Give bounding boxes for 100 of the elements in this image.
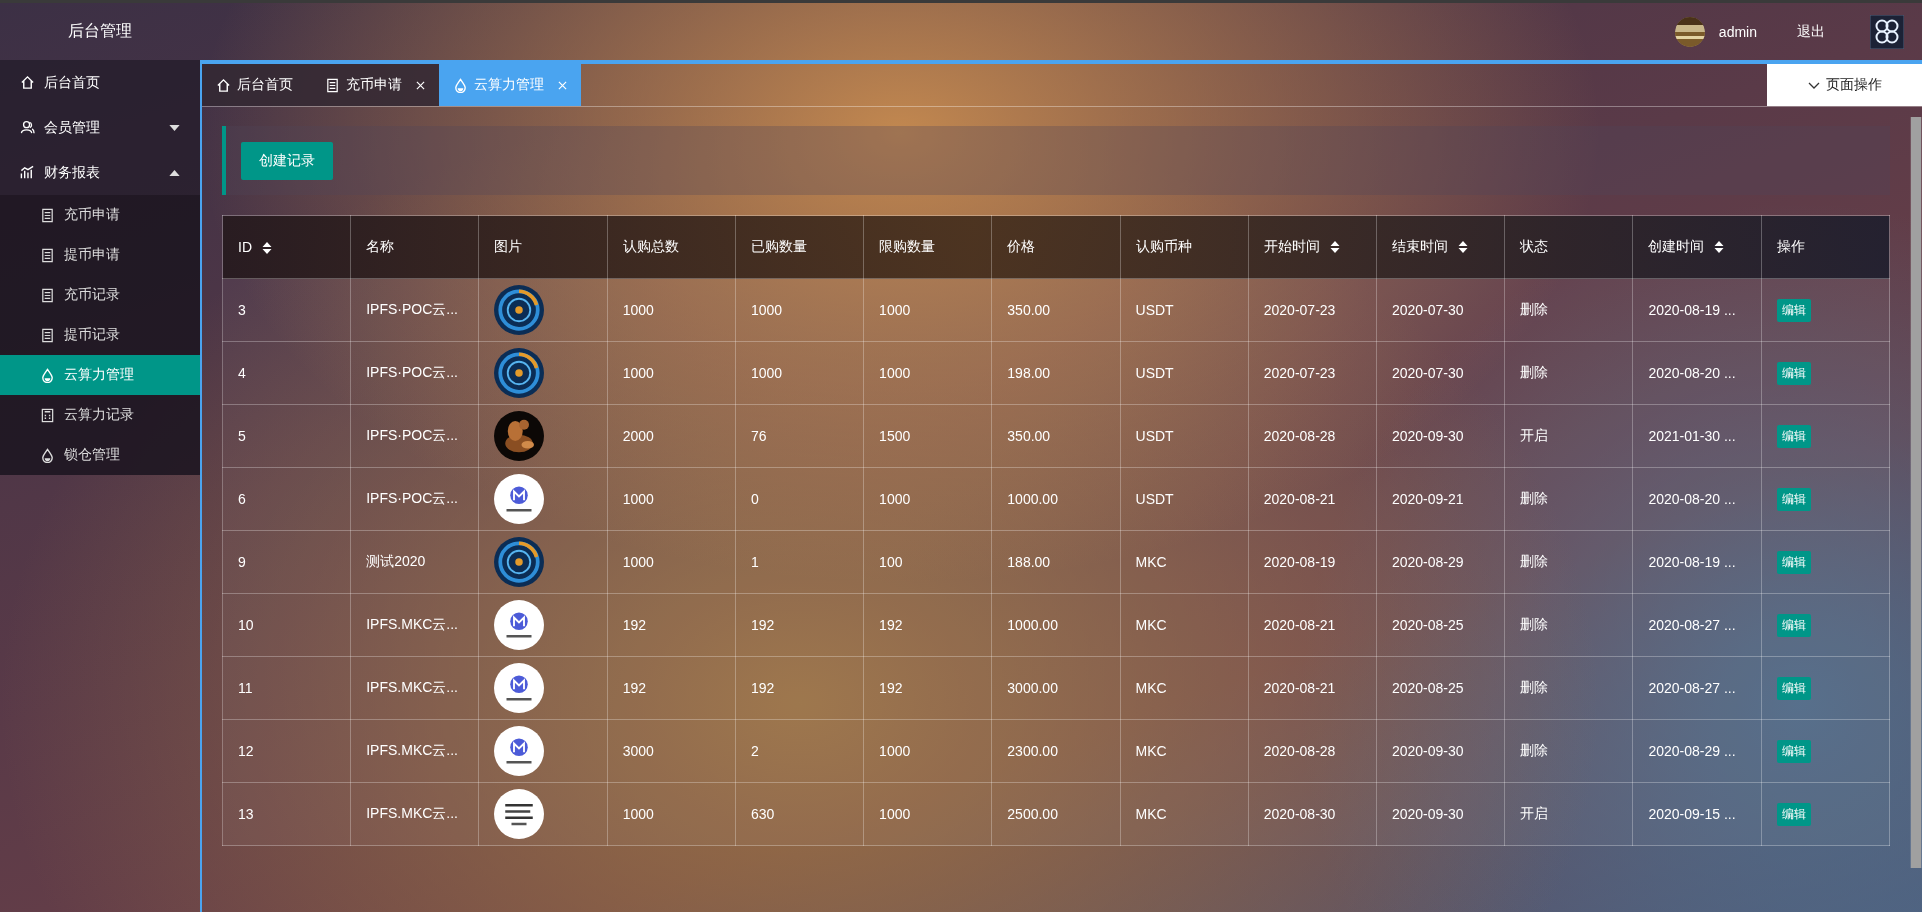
table-cell: 1000: [607, 278, 736, 342]
edit-button[interactable]: 编辑: [1776, 424, 1811, 448]
page-actions-button[interactable]: 页面操作: [1767, 64, 1922, 106]
table-cell: 2500.00: [991, 782, 1121, 846]
table-cell: 2020-08-21: [1248, 656, 1377, 720]
table-cell: 2020-07-30: [1376, 278, 1505, 342]
table-cell: 删除: [1504, 656, 1633, 720]
table-cell: IPFS.MKC云...: [350, 782, 479, 846]
edit-button[interactable]: 编辑: [1776, 739, 1811, 763]
edit-button[interactable]: 编辑: [1776, 361, 1811, 385]
column-header[interactable]: 创建时间: [1632, 215, 1762, 279]
table-cell: MKC: [1120, 530, 1249, 594]
table-cell: 192: [735, 593, 864, 657]
table-cell: 删除: [1504, 278, 1633, 342]
table-cell: 11: [222, 656, 351, 720]
table-cell: 2020-08-20 ...: [1632, 467, 1762, 531]
edit-button[interactable]: 编辑: [1776, 676, 1811, 700]
table-cell: 1000.00: [991, 467, 1121, 531]
home-icon: [216, 77, 231, 93]
submenu-item[interactable]: 云算力记录: [0, 395, 200, 435]
column-header: 图片: [478, 215, 608, 279]
column-header[interactable]: 结束时间: [1376, 215, 1505, 279]
menu-item[interactable]: 后台首页: [0, 60, 200, 105]
app-title: 后台管理: [68, 21, 132, 41]
edit-button[interactable]: 编辑: [1776, 802, 1811, 826]
table-cell: 2020-08-19 ...: [1632, 530, 1762, 594]
submenu-item[interactable]: 锁仓管理: [0, 435, 200, 475]
create-record-button[interactable]: 创建记录: [241, 141, 333, 180]
table-cell: 188.00: [991, 530, 1121, 594]
table-cell: 2020-08-25: [1376, 593, 1505, 657]
tab[interactable]: 充币申请: [311, 64, 439, 106]
sort-icon[interactable]: [1329, 240, 1340, 255]
table-cell: 12: [222, 719, 351, 783]
document-icon: [40, 247, 55, 263]
table-cell: 删除: [1504, 593, 1633, 657]
edit-button[interactable]: 编辑: [1776, 550, 1811, 574]
table-cell: 198.00: [991, 341, 1121, 405]
table-cell: 5: [222, 404, 351, 468]
table-cell: 9: [222, 530, 351, 594]
scrollbar[interactable]: [1910, 117, 1922, 868]
table-cell: 2020-07-30: [1376, 341, 1505, 405]
table-cell: 1000: [607, 467, 736, 531]
submenu-item[interactable]: 云算力管理: [0, 355, 200, 395]
edit-button[interactable]: 编辑: [1776, 487, 1811, 511]
table-cell: 删除: [1504, 341, 1633, 405]
table-cell: 76: [735, 404, 864, 468]
table-cell: USDT: [1120, 404, 1249, 468]
table-cell: 2020-09-30: [1376, 719, 1505, 783]
submenu-item[interactable]: 充币记录: [0, 275, 200, 315]
table-cell: 192: [735, 656, 864, 720]
table-cell: IPFS·POC云...: [350, 278, 479, 342]
table-cell: 100: [863, 530, 992, 594]
table-cell: IPFS·POC云...: [350, 404, 479, 468]
table-cell: MKC: [1120, 782, 1249, 846]
table-cell: 4: [222, 341, 351, 405]
table-cell: 1000: [607, 782, 736, 846]
logout-link[interactable]: 退出: [1797, 22, 1825, 41]
table-cell: 10: [222, 593, 351, 657]
table-cell: 2020-09-15 ...: [1632, 782, 1762, 846]
sort-icon[interactable]: [1457, 240, 1468, 255]
table-cell: 2: [735, 719, 864, 783]
table-cell: 2300.00: [991, 719, 1121, 783]
submenu-item[interactable]: 提币申请: [0, 235, 200, 275]
submenu-item[interactable]: 提币记录: [0, 315, 200, 355]
tab[interactable]: 后台首页: [202, 64, 311, 106]
table-cell: IPFS·POC云...: [350, 467, 479, 531]
column-header[interactable]: ID: [222, 215, 351, 279]
table-cell: 6: [222, 467, 351, 531]
table-cell: 2020-08-21: [1248, 593, 1377, 657]
table-cell: 2020-07-23: [1248, 278, 1377, 342]
home-icon: [20, 75, 35, 90]
table-cell: IPFS.MKC云...: [350, 593, 479, 657]
close-icon[interactable]: [416, 80, 425, 90]
column-header: 操作: [1761, 215, 1890, 279]
table-cell: IPFS.MKC云...: [350, 719, 479, 783]
column-header: 已购数量: [735, 215, 864, 279]
edit-button[interactable]: 编辑: [1776, 298, 1811, 322]
menu-item[interactable]: 财务报表: [0, 150, 200, 195]
table-cell: 2020-08-19 ...: [1632, 278, 1762, 342]
table-cell: 2020-07-23: [1248, 341, 1377, 405]
table-cell: 1000: [863, 719, 992, 783]
table-cell: 192: [607, 593, 736, 657]
drop-icon: [40, 367, 55, 383]
column-header: 认购总数: [607, 215, 736, 279]
table-cell: 1000: [863, 341, 992, 405]
table-cell: 2020-08-29 ...: [1632, 719, 1762, 783]
menu-item[interactable]: 会员管理: [0, 105, 200, 150]
table-cell: 开启: [1504, 782, 1633, 846]
sort-icon[interactable]: [1714, 240, 1725, 255]
table-cell: MKC: [1120, 656, 1249, 720]
knot-icon[interactable]: [1870, 14, 1904, 49]
table-cell: 2021-01-30 ...: [1632, 404, 1762, 468]
table-cell: 192: [863, 656, 992, 720]
column-header[interactable]: 开始时间: [1248, 215, 1377, 279]
username[interactable]: admin: [1718, 23, 1757, 40]
column-header: 状态: [1504, 215, 1633, 279]
edit-button[interactable]: 编辑: [1776, 613, 1811, 637]
submenu-item[interactable]: 充币申请: [0, 195, 200, 235]
table-cell: 1000: [607, 530, 736, 594]
sort-icon[interactable]: [262, 240, 272, 255]
